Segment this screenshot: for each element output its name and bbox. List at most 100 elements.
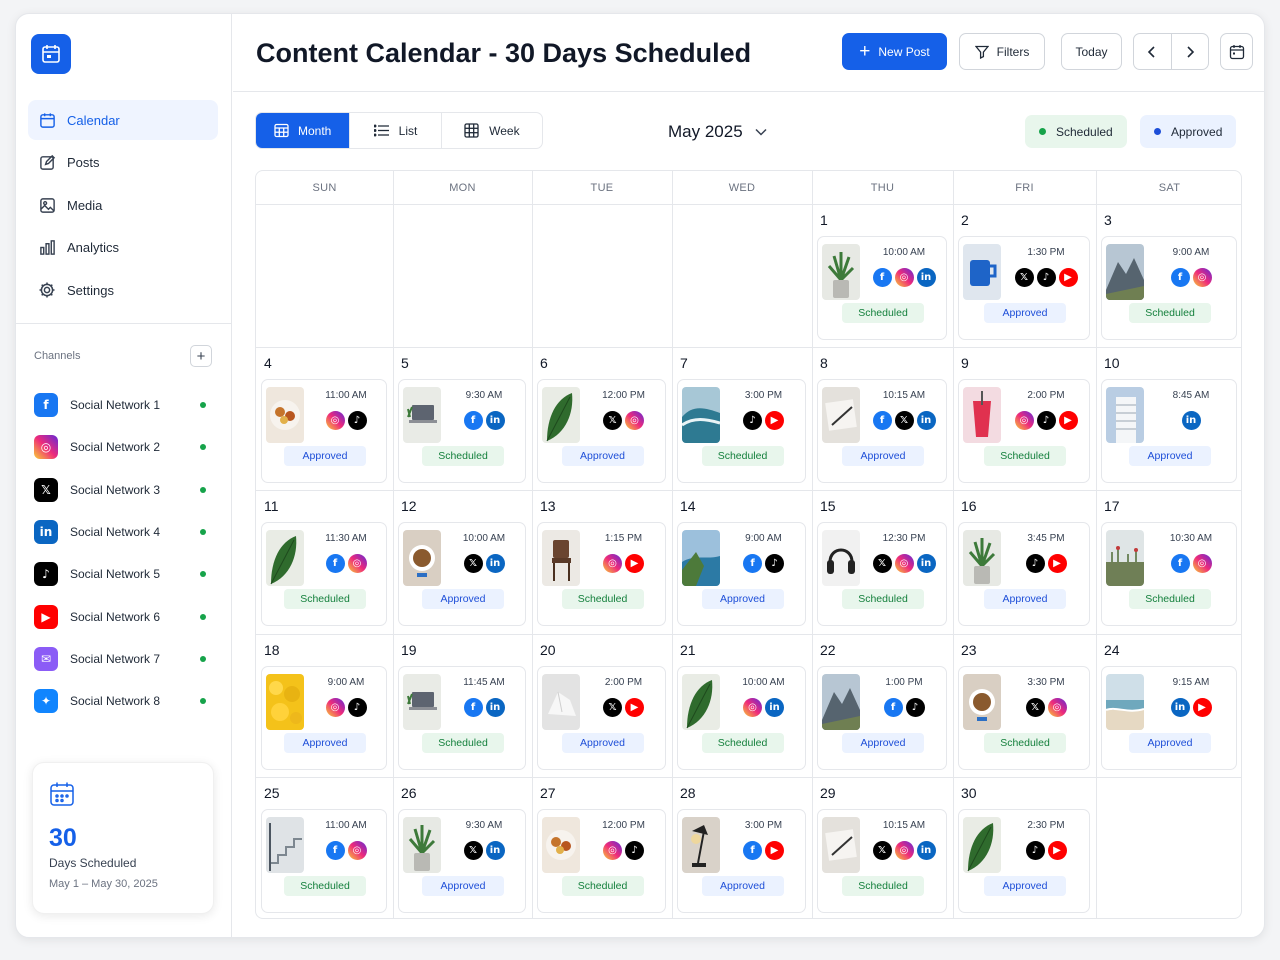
post-thumbnail[interactable] bbox=[1106, 530, 1144, 586]
post-time: 9:00 AM bbox=[1172, 247, 1210, 258]
post-card[interactable]: 3:30 PM 𝕏 ◎ Scheduled bbox=[958, 666, 1090, 770]
tiktok-icon: ♪ bbox=[1036, 268, 1056, 287]
channel-item[interactable]: ✉ Social Network 7 bbox=[34, 638, 212, 680]
post-card[interactable]: 10:00 AM ◎ in Scheduled bbox=[677, 666, 806, 770]
post-thumbnail[interactable] bbox=[822, 244, 860, 300]
post-thumbnail[interactable] bbox=[822, 674, 860, 730]
calendar-picker-button[interactable] bbox=[1220, 33, 1253, 70]
today-button[interactable]: Today bbox=[1061, 33, 1122, 70]
channel-item[interactable]: in Social Network 4 bbox=[34, 511, 212, 553]
post-card[interactable]: 1:15 PM ◎ ▶ Scheduled bbox=[537, 522, 666, 626]
sidebar-item-posts[interactable]: Posts bbox=[28, 143, 218, 183]
post-card[interactable]: 12:00 PM ◎ ♪ Scheduled bbox=[537, 809, 666, 913]
post-thumbnail[interactable] bbox=[1106, 674, 1144, 730]
post-thumbnail[interactable] bbox=[542, 530, 580, 586]
channel-item[interactable]: f Social Network 1 bbox=[34, 384, 212, 426]
channel-item[interactable]: ▶ Social Network 6 bbox=[34, 595, 212, 637]
sidebar-item-settings[interactable]: Settings bbox=[28, 270, 218, 310]
post-card[interactable]: 11:00 AM ◎ ♪ Approved bbox=[261, 379, 387, 483]
channel-item[interactable]: ✦ Social Network 8 bbox=[34, 680, 212, 722]
facebook-icon: f bbox=[325, 841, 345, 860]
sidebar-item-analytics[interactable]: Analytics bbox=[28, 228, 218, 268]
post-thumbnail[interactable] bbox=[542, 674, 580, 730]
calendar-icon[interactable] bbox=[31, 34, 71, 74]
linkedin-icon: in bbox=[485, 554, 505, 573]
post-card[interactable]: 11:30 AM f ◎ Scheduled bbox=[261, 522, 387, 626]
status-badge: Approved bbox=[561, 733, 644, 753]
post-thumbnail[interactable] bbox=[403, 674, 441, 730]
post-card[interactable]: 9:00 AM f ♪ Approved bbox=[677, 522, 806, 626]
add-channel-button[interactable]: + bbox=[190, 345, 212, 367]
post-card[interactable]: 8:45 AM in Approved bbox=[1101, 379, 1237, 483]
post-thumbnail[interactable] bbox=[266, 674, 304, 730]
post-card[interactable]: 9:30 AM 𝕏in Approved bbox=[398, 809, 526, 913]
tab-month[interactable]: Month bbox=[256, 113, 351, 148]
post-thumbnail[interactable] bbox=[266, 817, 304, 873]
post-thumbnail[interactable] bbox=[822, 817, 860, 873]
post-channels: ♪ ▶ bbox=[724, 411, 803, 430]
post-card[interactable]: 11:00 AM f ◎ Scheduled bbox=[261, 809, 387, 913]
post-thumbnail[interactable] bbox=[403, 817, 441, 873]
post-card[interactable]: 3:00 PM f ▶ Approved bbox=[677, 809, 806, 913]
post-card[interactable]: 9:30 AM f in Scheduled bbox=[398, 379, 526, 483]
post-thumbnail[interactable] bbox=[682, 387, 720, 443]
post-thumbnail[interactable] bbox=[542, 817, 580, 873]
post-card[interactable]: 10:00 AM 𝕏in Approved bbox=[398, 522, 526, 626]
instagram-icon: ◎ bbox=[894, 841, 914, 860]
post-thumbnail[interactable] bbox=[266, 530, 304, 586]
channel-item[interactable]: ◎ Social Network 2 bbox=[34, 426, 212, 468]
post-thumbnail[interactable] bbox=[1106, 244, 1144, 300]
post-card[interactable]: 9:00 AM f ◎ Scheduled bbox=[1101, 236, 1237, 340]
post-card[interactable]: 2:00 PM ◎ ♪ ▶ Scheduled bbox=[958, 379, 1090, 483]
post-card[interactable]: 3:00 PM ♪ ▶ Scheduled bbox=[677, 379, 806, 483]
youtube-icon: ▶ bbox=[625, 698, 644, 717]
channel-item[interactable]: ♪ Social Network 5 bbox=[34, 553, 212, 595]
post-thumbnail[interactable] bbox=[682, 817, 720, 873]
post-card[interactable]: 12:00 PM 𝕏 ◎ Approved bbox=[537, 379, 666, 483]
month-selector[interactable]: May 2025 bbox=[668, 122, 767, 142]
post-card[interactable]: 10:15 AM f 𝕏in Approved bbox=[817, 379, 947, 483]
post-thumbnail[interactable] bbox=[1106, 387, 1144, 443]
post-thumbnail[interactable] bbox=[963, 244, 1001, 300]
post-thumbnail[interactable] bbox=[963, 817, 1001, 873]
post-card[interactable]: 3:45 PM ♪ ▶ Approved bbox=[958, 522, 1090, 626]
post-thumbnail[interactable] bbox=[403, 530, 441, 586]
grid-icon bbox=[464, 123, 479, 138]
post-card[interactable]: 11:45 AM f in Scheduled bbox=[398, 666, 526, 770]
post-thumbnail[interactable] bbox=[682, 530, 720, 586]
chevron-left-icon[interactable] bbox=[1134, 34, 1172, 69]
sidebar-item-label: Settings bbox=[67, 282, 114, 298]
post-card[interactable]: 1:30 PM 𝕏 ♪ ▶ Approved bbox=[958, 236, 1090, 340]
post-thumbnail[interactable] bbox=[963, 674, 1001, 730]
channel-item[interactable]: 𝕏 Social Network 3 bbox=[34, 469, 212, 511]
post-card[interactable]: 2:00 PM 𝕏 ▶ Approved bbox=[537, 666, 666, 770]
tab-week[interactable]: Week bbox=[442, 113, 542, 148]
post-card[interactable]: 10:15 AM 𝕏 ◎ in Scheduled bbox=[817, 809, 947, 913]
x-icon: 𝕏 bbox=[34, 477, 58, 502]
post-thumbnail[interactable] bbox=[542, 387, 580, 443]
channel-name: Social Network 8 bbox=[70, 694, 161, 709]
post-card[interactable]: 2:30 PM ♪ ▶ Approved bbox=[958, 809, 1090, 913]
post-card[interactable]: 1:00 PM f ♪ Approved bbox=[817, 666, 947, 770]
post-thumbnail[interactable] bbox=[403, 387, 441, 443]
new-post-button[interactable]: + New Post bbox=[842, 33, 947, 70]
post-card[interactable]: 9:15 AM in ▶ Approved bbox=[1101, 666, 1237, 770]
youtube-icon: ▶ bbox=[625, 554, 644, 573]
filters-button[interactable]: Filters bbox=[959, 33, 1045, 70]
month-nav bbox=[1133, 33, 1209, 70]
sidebar-item-media[interactable]: Media bbox=[28, 185, 218, 225]
post-thumbnail[interactable] bbox=[963, 387, 1001, 443]
tab-list[interactable]: List bbox=[350, 113, 442, 148]
post-thumbnail[interactable] bbox=[963, 530, 1001, 586]
post-card[interactable]: 9:00 AM ◎ ♪ Approved bbox=[261, 666, 387, 770]
post-card[interactable]: 12:30 PM 𝕏 ◎ in Scheduled bbox=[817, 522, 947, 626]
post-thumbnail[interactable] bbox=[266, 387, 304, 443]
sidebar-item-calendar[interactable]: Calendar bbox=[28, 100, 218, 140]
post-thumbnail[interactable] bbox=[822, 387, 860, 443]
post-card[interactable]: 10:00 AM f ◎ in Scheduled bbox=[817, 236, 947, 340]
post-card[interactable]: 10:30 AM f ◎ Scheduled bbox=[1101, 522, 1237, 626]
post-thumbnail[interactable] bbox=[822, 530, 860, 586]
chevron-right-icon[interactable] bbox=[1172, 34, 1209, 69]
status-badge: Scheduled bbox=[842, 589, 924, 609]
post-thumbnail[interactable] bbox=[682, 674, 720, 730]
